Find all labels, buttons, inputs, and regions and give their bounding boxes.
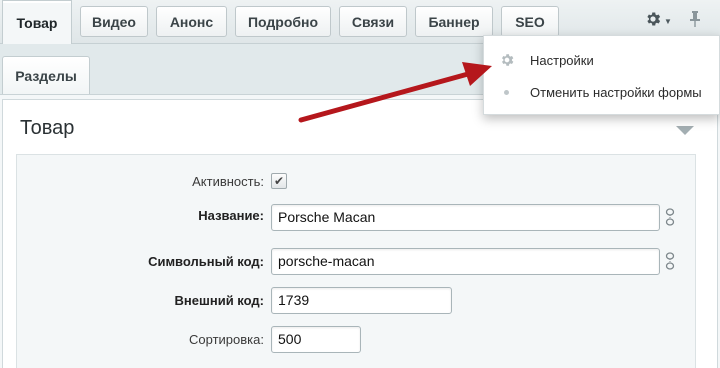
menu-item-label: Отменить настройки формы — [530, 84, 702, 100]
menu-item-label: Настройки — [530, 52, 594, 68]
tab-details[interactable]: Подробно — [235, 6, 331, 37]
name-label: Название: — [198, 208, 264, 223]
tab-video[interactable]: Видео — [80, 6, 148, 37]
gear-icon — [644, 10, 662, 33]
name-input[interactable]: Porsche Macan — [271, 204, 660, 231]
checkmark-icon: ✔ — [273, 174, 285, 188]
tab-announce[interactable]: Анонс — [156, 6, 227, 37]
section-title: Товар — [20, 117, 75, 139]
tab-banner[interactable]: Баннер — [415, 6, 493, 37]
sort-input[interactable]: 500 — [271, 326, 361, 353]
chevron-down-icon: ▼ — [664, 16, 672, 26]
external-code-label: Внешний код: — [174, 293, 264, 308]
tab-links[interactable]: Связи — [339, 6, 407, 37]
tab-product[interactable]: Товар — [2, 0, 72, 45]
code-input[interactable]: porsche-macan — [271, 248, 660, 275]
pin-icon — [689, 10, 701, 33]
gear-icon — [499, 52, 515, 71]
code-label: Символьный код: — [148, 254, 264, 269]
collapse-toggle[interactable] — [676, 126, 694, 135]
settings-dropdown: Настройки Отменить настройки формы — [483, 35, 720, 115]
active-label: Активность: — [192, 174, 264, 189]
dot-icon — [504, 89, 509, 95]
code-link-icon[interactable] — [663, 251, 677, 273]
menu-item-settings[interactable]: Настройки — [484, 46, 720, 74]
pin-button[interactable] — [686, 10, 704, 32]
settings-menu-button[interactable]: ▼ — [643, 10, 673, 32]
tab-sections[interactable]: Разделы — [2, 56, 90, 94]
sort-label: Сортировка: — [189, 332, 264, 347]
tab-seo[interactable]: SEO — [501, 6, 559, 37]
transliterate-link-icon[interactable] — [663, 207, 677, 229]
menu-item-reset-form[interactable]: Отменить настройки формы — [484, 78, 720, 106]
external-code-input[interactable]: 1739 — [271, 287, 452, 314]
active-checkbox[interactable]: ✔ — [271, 173, 287, 189]
